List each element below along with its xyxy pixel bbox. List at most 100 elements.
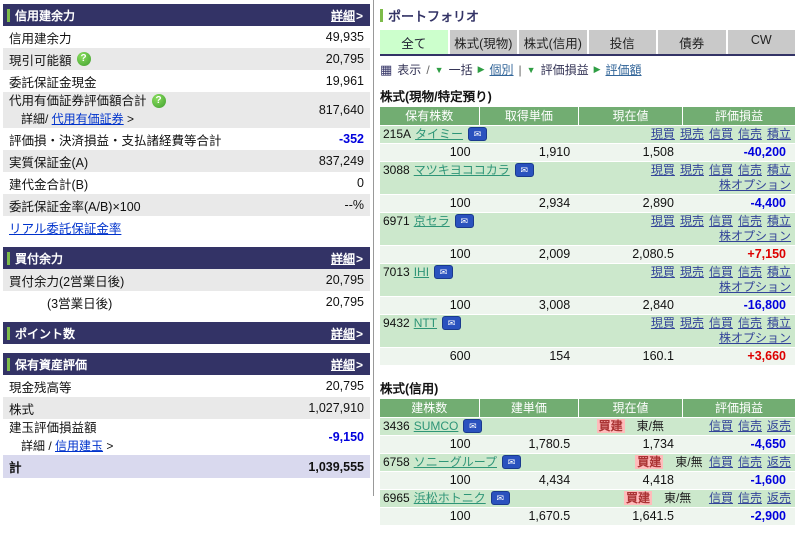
order-link-1[interactable]: 現買	[651, 265, 675, 279]
toolbar-mode-link[interactable]: 個別	[490, 61, 514, 78]
detail-link[interactable]: 詳細 >	[331, 325, 363, 342]
stock-option-link[interactable]: 株オプション	[719, 331, 791, 345]
section-accent-bar	[7, 252, 10, 265]
row-label-group: 計	[9, 457, 22, 476]
order-link-5[interactable]: 積立	[767, 163, 791, 177]
order-link-5[interactable]: 積立	[767, 127, 791, 141]
envelope-icon[interactable]: ✉	[468, 127, 487, 141]
detail-link[interactable]: 詳細 >	[331, 7, 363, 24]
order-link-5[interactable]: 積立	[767, 316, 791, 330]
stock-name-link[interactable]: マツキヨココカラ	[414, 163, 510, 177]
tab-3[interactable]: 投信	[589, 30, 657, 54]
current-price-value: 2,840	[579, 297, 683, 314]
order-link-2[interactable]: 現売	[680, 163, 704, 177]
stock-option-link[interactable]: 株オプション	[719, 229, 791, 243]
row-value: 817,640	[319, 103, 364, 117]
stock-name-link[interactable]: 京セラ	[414, 214, 450, 228]
balance-row: 委託保証金現金19,961	[3, 70, 370, 92]
column-header: 建単価	[480, 399, 580, 417]
stock-option-link[interactable]: 株オプション	[719, 178, 791, 192]
stock-name-link[interactable]: SUMCO	[414, 419, 459, 433]
row-sublabel-line: 詳細/ 代用有価証券 >	[9, 110, 166, 128]
section-title: 保有資産評価	[15, 356, 331, 373]
stock-name-link[interactable]: NTT	[414, 316, 437, 330]
trading-app: 信用建余力詳細 >信用建余力49,935現引可能額?20,795委託保証金現金1…	[0, 0, 800, 496]
table-title: 株式(現物/特定預り)	[380, 86, 795, 105]
order-link-3[interactable]: 信買	[709, 127, 733, 141]
stock-option-link[interactable]: 株オプション	[719, 280, 791, 294]
order-actions: 現買現売信買信売積立株オプション	[646, 316, 791, 346]
order-link-5[interactable]: 積立	[767, 265, 791, 279]
order-link-5[interactable]: 積立	[767, 214, 791, 228]
stock-value-row: 600154160.1+3,660	[380, 348, 795, 365]
stock-value-row: 1002,0092,080.5+7,150	[380, 246, 795, 263]
order-link-2[interactable]: 現売	[680, 214, 704, 228]
order-link-3[interactable]: 信買	[709, 316, 733, 330]
order-link-1[interactable]: 信買	[709, 455, 733, 469]
detail-link[interactable]: 詳細 >	[331, 250, 363, 267]
portfolio-tabs: 全て株式(現物)株式(信用)投信債券CW	[380, 30, 795, 56]
order-link-4[interactable]: 信売	[738, 163, 762, 177]
row-label-group: (3営業日後)	[9, 293, 112, 312]
order-link-3[interactable]: 返売	[767, 491, 791, 505]
order-link-3[interactable]: 返売	[767, 455, 791, 469]
tab-4[interactable]: 債券	[658, 30, 726, 54]
realtime-margin-ratio-link[interactable]: リアル委託保証金率	[9, 218, 121, 237]
row-label: 委託保証金率(A/B)×100	[9, 196, 141, 215]
order-link-4[interactable]: 信売	[738, 127, 762, 141]
order-link-1[interactable]: 現買	[651, 163, 675, 177]
order-link-2[interactable]: 信売	[738, 419, 762, 433]
row-sublink[interactable]: 代用有価証券	[52, 112, 124, 126]
order-link-3[interactable]: 信買	[709, 265, 733, 279]
order-link-1[interactable]: 信買	[709, 491, 733, 505]
row-value: 1,039,555	[308, 460, 364, 474]
order-link-1[interactable]: 現買	[651, 127, 675, 141]
summary-section: 信用建余力詳細 >信用建余力49,935現引可能額?20,795委託保証金現金1…	[3, 4, 370, 238]
row-sublink[interactable]: 信用建玉	[55, 439, 103, 453]
order-link-2[interactable]: 信売	[738, 455, 762, 469]
tab-all[interactable]: 全て	[380, 30, 448, 54]
envelope-icon[interactable]: ✉	[491, 491, 510, 505]
order-link-1[interactable]: 現買	[651, 214, 675, 228]
order-link-4[interactable]: 信売	[738, 214, 762, 228]
envelope-icon[interactable]: ✉	[463, 419, 482, 433]
order-links-line2: 株オプション	[646, 331, 791, 346]
order-links-line1: 信買信売返売	[704, 419, 791, 433]
order-link-3[interactable]: 信買	[709, 214, 733, 228]
detail-link[interactable]: 詳細 >	[331, 356, 363, 373]
toolbar-mode-link[interactable]: 評価額	[606, 61, 642, 78]
order-link-3[interactable]: 返売	[767, 419, 791, 433]
column-header: 評価損益	[683, 107, 795, 125]
tab-2[interactable]: 株式(信用)	[519, 30, 587, 54]
stock-name-link[interactable]: 浜松ホトニク	[414, 491, 486, 505]
envelope-icon[interactable]: ✉	[502, 455, 521, 469]
order-actions: 現買現売信買信売積立株オプション	[646, 163, 791, 193]
order-link-2[interactable]: 現売	[680, 265, 704, 279]
envelope-icon[interactable]: ✉	[455, 214, 474, 228]
help-icon[interactable]: ?	[152, 94, 166, 108]
order-link-4[interactable]: 信売	[738, 316, 762, 330]
tab-5[interactable]: CW	[728, 30, 796, 54]
envelope-icon[interactable]: ✉	[442, 316, 461, 330]
row-subtext: 詳細 /	[21, 439, 55, 453]
stock-name-link[interactable]: タイミー	[415, 127, 463, 141]
envelope-icon[interactable]: ✉	[515, 163, 534, 177]
order-link-3[interactable]: 信買	[709, 163, 733, 177]
order-link-4[interactable]: 信売	[738, 265, 762, 279]
order-link-1[interactable]: 現買	[651, 316, 675, 330]
order-link-2[interactable]: 現売	[680, 316, 704, 330]
row-label: 計	[9, 457, 22, 476]
order-link-2[interactable]: 信売	[738, 491, 762, 505]
stock-name-link[interactable]: ソニーグループ	[414, 455, 497, 469]
row-label-group: 代用有価証券評価額合計?詳細/ 代用有価証券 >	[9, 92, 166, 128]
row-value: -352	[339, 132, 364, 146]
order-link-1[interactable]: 信買	[709, 419, 733, 433]
envelope-icon[interactable]: ✉	[434, 265, 453, 279]
help-icon[interactable]: ?	[77, 52, 91, 66]
stock-name-link[interactable]: IHI	[414, 265, 429, 279]
current-price-value: 4,418	[579, 472, 683, 489]
tab-1[interactable]: 株式(現物)	[450, 30, 518, 54]
order-links-line1: 信買信売返売	[704, 455, 791, 469]
order-link-2[interactable]: 現売	[680, 127, 704, 141]
unit-price-value: 1,780.5	[480, 436, 580, 453]
